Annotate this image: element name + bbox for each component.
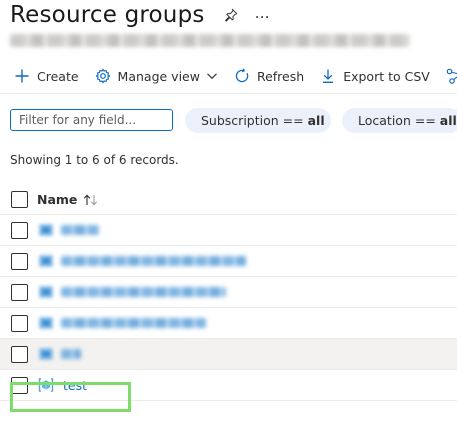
gear-icon xyxy=(95,68,110,84)
row-checkbox[interactable] xyxy=(11,221,28,239)
row-name-redacted[interactable] xyxy=(61,318,206,328)
table-row[interactable] xyxy=(0,308,457,339)
row-checkbox[interactable] xyxy=(11,314,28,332)
table-row[interactable] xyxy=(0,215,457,246)
row-name-redacted[interactable] xyxy=(61,287,226,297)
table-row[interactable] xyxy=(0,246,457,277)
toolbar: Create Manage view Refresh Export to CSV xyxy=(14,65,457,87)
more-options-icon[interactable]: … xyxy=(255,5,270,25)
row-name-redacted[interactable] xyxy=(61,349,81,359)
resource-group-link-test[interactable]: test xyxy=(63,378,87,393)
table-row[interactable] xyxy=(0,277,457,308)
manage-view-label: Manage view xyxy=(117,68,200,84)
title-row: Resource groups … xyxy=(10,2,270,28)
resource-group-icon xyxy=(39,286,53,298)
table-row[interactable]: test xyxy=(0,370,457,401)
manage-view-button[interactable]: Manage view xyxy=(95,68,218,84)
records-count: Showing 1 to 6 of 6 records. xyxy=(10,153,179,167)
select-all-checkbox[interactable] xyxy=(11,191,28,208)
name-column-label: Name xyxy=(37,192,78,207)
download-icon xyxy=(323,69,334,83)
table-header-row: Name xyxy=(0,185,457,215)
subscription-filter-label: Subscription == xyxy=(201,113,304,128)
export-csv-button[interactable]: Export to CSV xyxy=(320,68,430,84)
subscription-filter-value: all xyxy=(307,113,325,128)
location-filter-pill[interactable]: Location == all xyxy=(342,108,457,133)
row-name-redacted[interactable] xyxy=(61,225,99,235)
resource-group-icon xyxy=(39,255,53,267)
resource-group-icon xyxy=(39,348,53,360)
subscription-filter-pill[interactable]: Subscription == all xyxy=(185,108,331,133)
row-checkbox[interactable] xyxy=(11,376,28,394)
filter-search-input[interactable] xyxy=(10,109,173,131)
row-checkbox[interactable] xyxy=(11,345,28,363)
name-column-header[interactable]: Name xyxy=(37,192,99,207)
table-row[interactable] xyxy=(0,339,457,370)
chevron-down-icon xyxy=(207,73,217,80)
resource-group-icon xyxy=(39,224,53,236)
row-checkbox[interactable] xyxy=(11,283,28,301)
location-filter-value: all xyxy=(439,113,457,128)
subtitle-redacted xyxy=(10,34,410,47)
plus-icon xyxy=(15,69,29,83)
location-filter-label: Location == xyxy=(358,113,436,128)
row-name-redacted[interactable] xyxy=(61,256,246,266)
resource-group-icon xyxy=(38,378,54,392)
pin-icon[interactable] xyxy=(223,7,239,23)
share-nodes-icon xyxy=(446,68,457,84)
resource-group-icon xyxy=(39,317,53,329)
create-button[interactable]: Create xyxy=(14,68,79,84)
sort-icon[interactable] xyxy=(83,194,99,206)
resource-groups-table: Name test xyxy=(0,185,457,401)
create-label: Create xyxy=(37,68,79,84)
page-title: Resource groups xyxy=(10,2,205,28)
open-query-button[interactable] xyxy=(446,68,457,84)
refresh-button[interactable]: Refresh xyxy=(234,68,304,84)
refresh-icon xyxy=(235,68,249,83)
row-checkbox[interactable] xyxy=(11,252,28,270)
refresh-label: Refresh xyxy=(256,68,305,84)
export-csv-label: Export to CSV xyxy=(343,68,430,84)
toolbar-divider xyxy=(0,93,457,94)
